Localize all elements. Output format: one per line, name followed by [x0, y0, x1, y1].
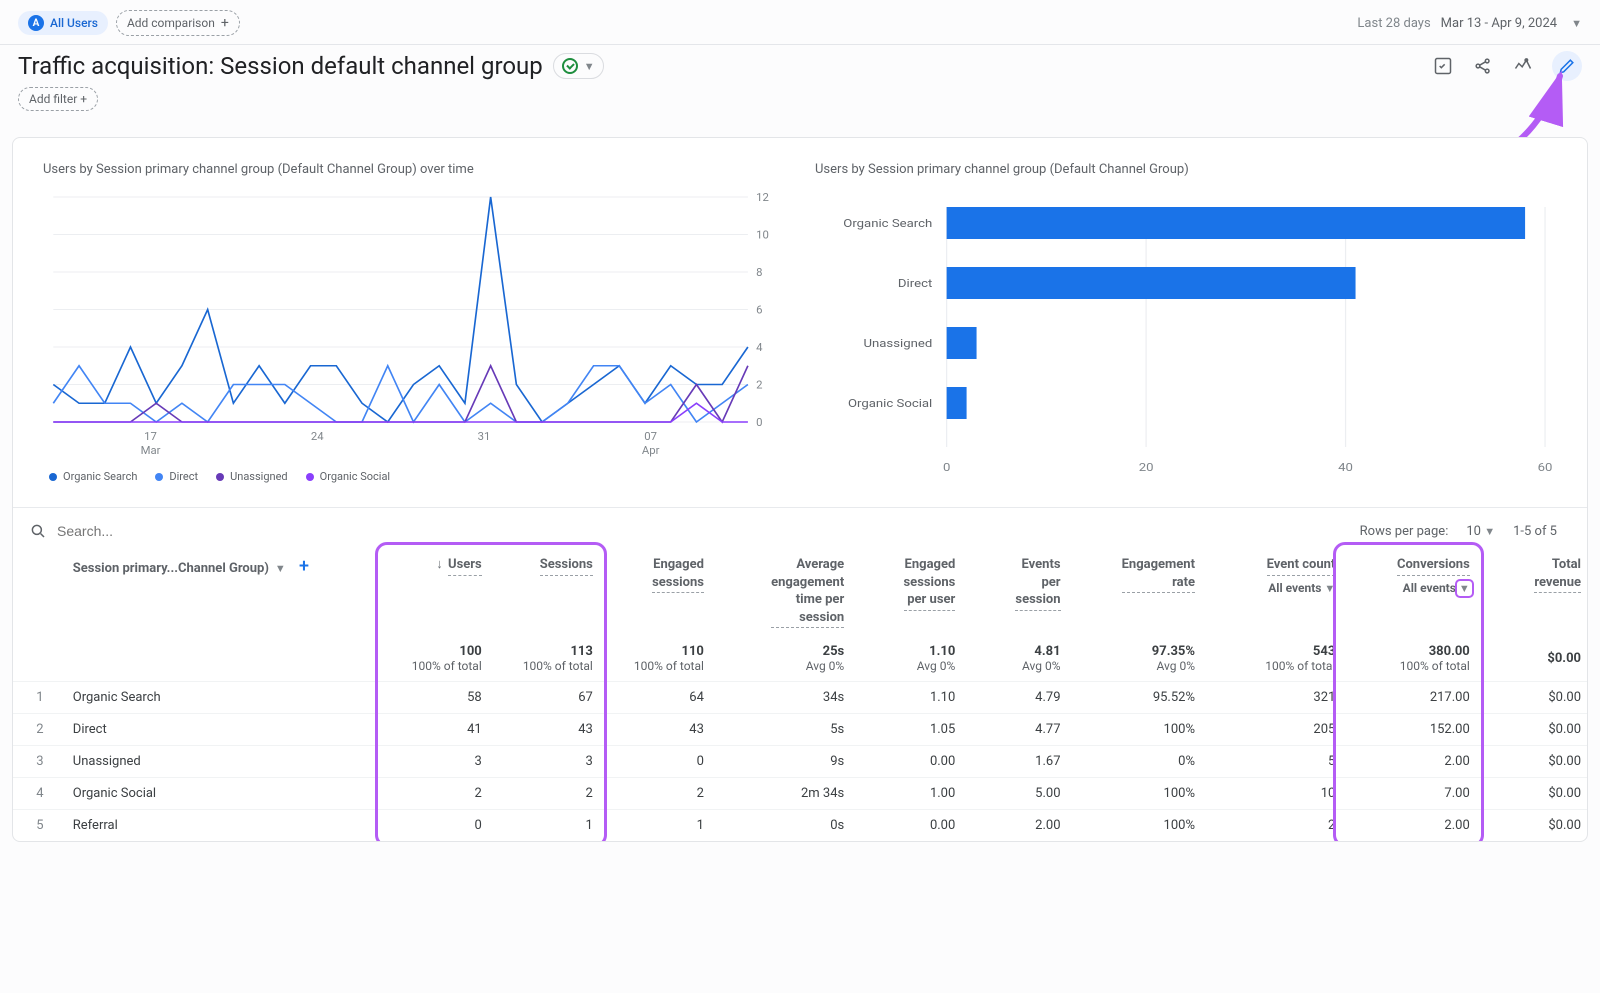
- data-table: Session primary...Channel Group) ▼ + ↓ U…: [13, 548, 1587, 841]
- event-count-picker[interactable]: All events ▼: [1207, 580, 1335, 597]
- checkmark-icon: [562, 58, 578, 74]
- col-eng-per-user[interactable]: Engagedsessionsper user: [850, 548, 961, 636]
- legend-item[interactable]: Unassigned: [216, 470, 288, 483]
- table-row[interactable]: 5 Referral 01 10s 0.002.00 100%2 2.00$0.…: [13, 810, 1587, 842]
- chevron-down-icon: ▼: [275, 562, 286, 575]
- sort-desc-icon: ↓: [436, 557, 443, 572]
- svg-text:Apr: Apr: [642, 444, 660, 457]
- svg-text:Unassigned: Unassigned: [863, 337, 932, 350]
- share-icon[interactable]: [1472, 55, 1494, 77]
- bar-chart: Users by Session primary channel group (…: [815, 162, 1557, 483]
- legend-item[interactable]: Direct: [155, 470, 198, 483]
- dimension-picker[interactable]: Session primary...Channel Group) ▼: [73, 561, 286, 576]
- svg-text:12: 12: [756, 191, 769, 204]
- svg-text:31: 31: [478, 430, 491, 443]
- col-revenue[interactable]: Totalrevenue: [1476, 548, 1587, 636]
- svg-text:0: 0: [756, 416, 762, 429]
- col-avg-engagement[interactable]: Averageengagementtime persession: [710, 548, 850, 636]
- add-filter-button[interactable]: Add filter +: [18, 87, 98, 111]
- svg-text:2: 2: [756, 379, 762, 392]
- chevron-down-icon: ▼: [1571, 17, 1582, 30]
- col-event-count[interactable]: Event count All events ▼: [1201, 548, 1341, 636]
- svg-text:07: 07: [644, 430, 657, 443]
- svg-text:Direct: Direct: [898, 277, 932, 290]
- table-row[interactable]: 2 Direct 4143 435s 1.054.77 100%205 152.…: [13, 714, 1587, 746]
- svg-text:6: 6: [756, 304, 762, 317]
- svg-text:20: 20: [1139, 461, 1154, 474]
- svg-text:Organic Social: Organic Social: [848, 397, 932, 410]
- date-range-picker[interactable]: Last 28 days Mar 13 - Apr 9, 2024 ▼: [1357, 16, 1582, 31]
- plus-icon: +: [221, 15, 229, 31]
- svg-text:10: 10: [756, 229, 769, 242]
- add-comparison-label: Add comparison: [127, 16, 215, 30]
- rows-per-page-label: Rows per page:: [1360, 524, 1449, 539]
- svg-text:Mar: Mar: [141, 444, 161, 457]
- table-row[interactable]: 1 Organic Search 5867 6434s 1.104.79 95.…: [13, 682, 1587, 714]
- pagination-range: 1-5 of 5: [1513, 524, 1557, 539]
- insights-icon[interactable]: [1512, 55, 1534, 77]
- svg-text:0: 0: [943, 461, 951, 474]
- date-range-value: Mar 13 - Apr 9, 2024: [1441, 16, 1557, 31]
- table-search[interactable]: [29, 522, 295, 540]
- svg-text:60: 60: [1538, 461, 1553, 474]
- totals-row: 100100% of total 113100% of total 110100…: [13, 636, 1587, 682]
- chevron-down-icon: ▼: [584, 60, 595, 73]
- table-row[interactable]: 3 Unassigned 33 09s 0.001.67 0%5 2.00$0.…: [13, 746, 1587, 778]
- customize-report-icon[interactable]: [1432, 55, 1454, 77]
- svg-text:4: 4: [756, 341, 763, 354]
- svg-text:17: 17: [144, 430, 157, 443]
- report-status-pill[interactable]: ▼: [553, 53, 604, 79]
- search-input[interactable]: [55, 522, 295, 540]
- line-chart-legend: Organic Search Direct Unassigned Organic So…: [43, 466, 785, 483]
- rows-per-page-select[interactable]: 10 ▼: [1466, 524, 1495, 539]
- col-engaged-sessions[interactable]: Engagedsessions: [599, 548, 710, 636]
- svg-text:40: 40: [1338, 461, 1353, 474]
- add-dimension-button[interactable]: +: [299, 556, 309, 577]
- line-chart: Users by Session primary channel group (…: [43, 162, 785, 483]
- segment-all-users[interactable]: A All Users: [18, 11, 108, 35]
- table-row[interactable]: 4 Organic Social 22 22m 34s 1.005.00 100…: [13, 778, 1587, 810]
- add-comparison-button[interactable]: Add comparison +: [116, 10, 240, 36]
- col-users[interactable]: ↓ Users: [383, 548, 488, 636]
- page-title: Traffic acquisition: Session default cha…: [18, 52, 543, 80]
- legend-item[interactable]: Organic Social: [306, 470, 391, 483]
- col-engagement-rate[interactable]: Engagementrate: [1067, 548, 1201, 636]
- report-card: Users by Session primary channel group (…: [12, 137, 1588, 842]
- legend-item[interactable]: Organic Search: [49, 470, 137, 483]
- chevron-down-icon: ▼: [1484, 525, 1495, 538]
- col-conversions[interactable]: Conversions All events ▼: [1341, 548, 1475, 636]
- segment-badge: A: [28, 15, 44, 31]
- edit-pencil-icon[interactable]: [1552, 51, 1582, 81]
- svg-text:24: 24: [311, 430, 324, 443]
- col-events-per-session[interactable]: Eventspersession: [961, 548, 1066, 636]
- conversions-picker[interactable]: All events ▼: [1347, 580, 1469, 597]
- col-sessions[interactable]: Sessions: [488, 548, 599, 636]
- segment-label: All Users: [50, 16, 98, 30]
- add-filter-label: Add filter +: [29, 92, 87, 106]
- svg-text:Organic Search: Organic Search: [843, 217, 932, 230]
- date-range-label: Last 28 days: [1357, 16, 1430, 31]
- search-icon: [29, 522, 47, 540]
- svg-text:8: 8: [756, 266, 762, 279]
- line-chart-title: Users by Session primary channel group (…: [43, 162, 785, 177]
- bar-chart-title: Users by Session primary channel group (…: [815, 162, 1557, 177]
